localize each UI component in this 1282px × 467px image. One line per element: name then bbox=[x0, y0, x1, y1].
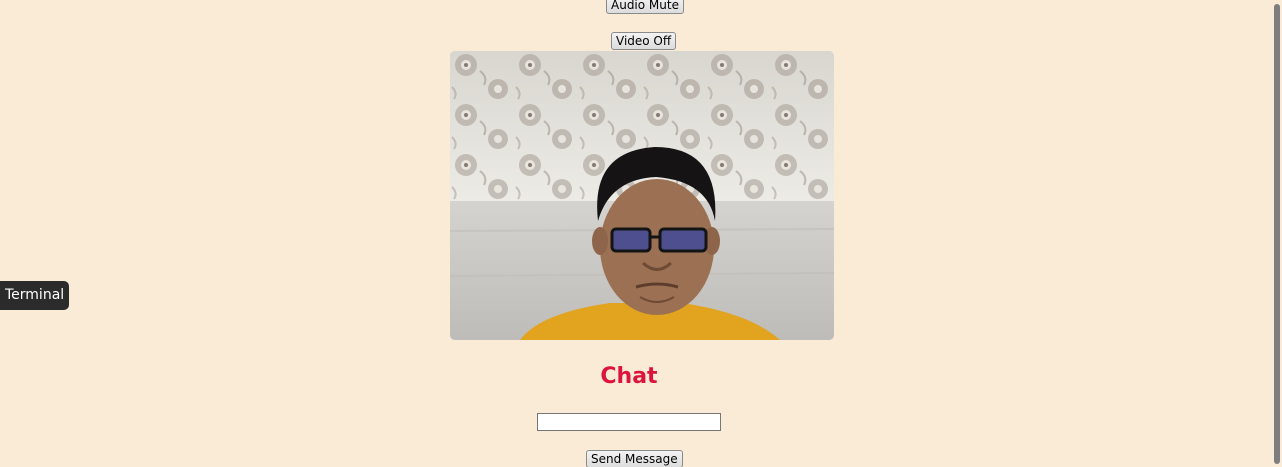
local-video-feed bbox=[450, 51, 834, 340]
audio-mute-button[interactable]: Audio Mute bbox=[606, 0, 684, 14]
terminal-tooltip: Terminal bbox=[0, 281, 70, 310]
video-off-button[interactable]: Video Off bbox=[611, 32, 677, 50]
chat-heading: Chat bbox=[600, 364, 658, 389]
scrollbar-thumb[interactable] bbox=[1274, 4, 1280, 464]
send-message-button[interactable]: Send Message bbox=[586, 450, 683, 467]
video-call-page: Audio Mute Video Off Chat Send Message T… bbox=[0, 0, 1282, 467]
chat-message-input[interactable] bbox=[537, 413, 721, 431]
page-scrollbar[interactable] bbox=[1272, 0, 1282, 467]
